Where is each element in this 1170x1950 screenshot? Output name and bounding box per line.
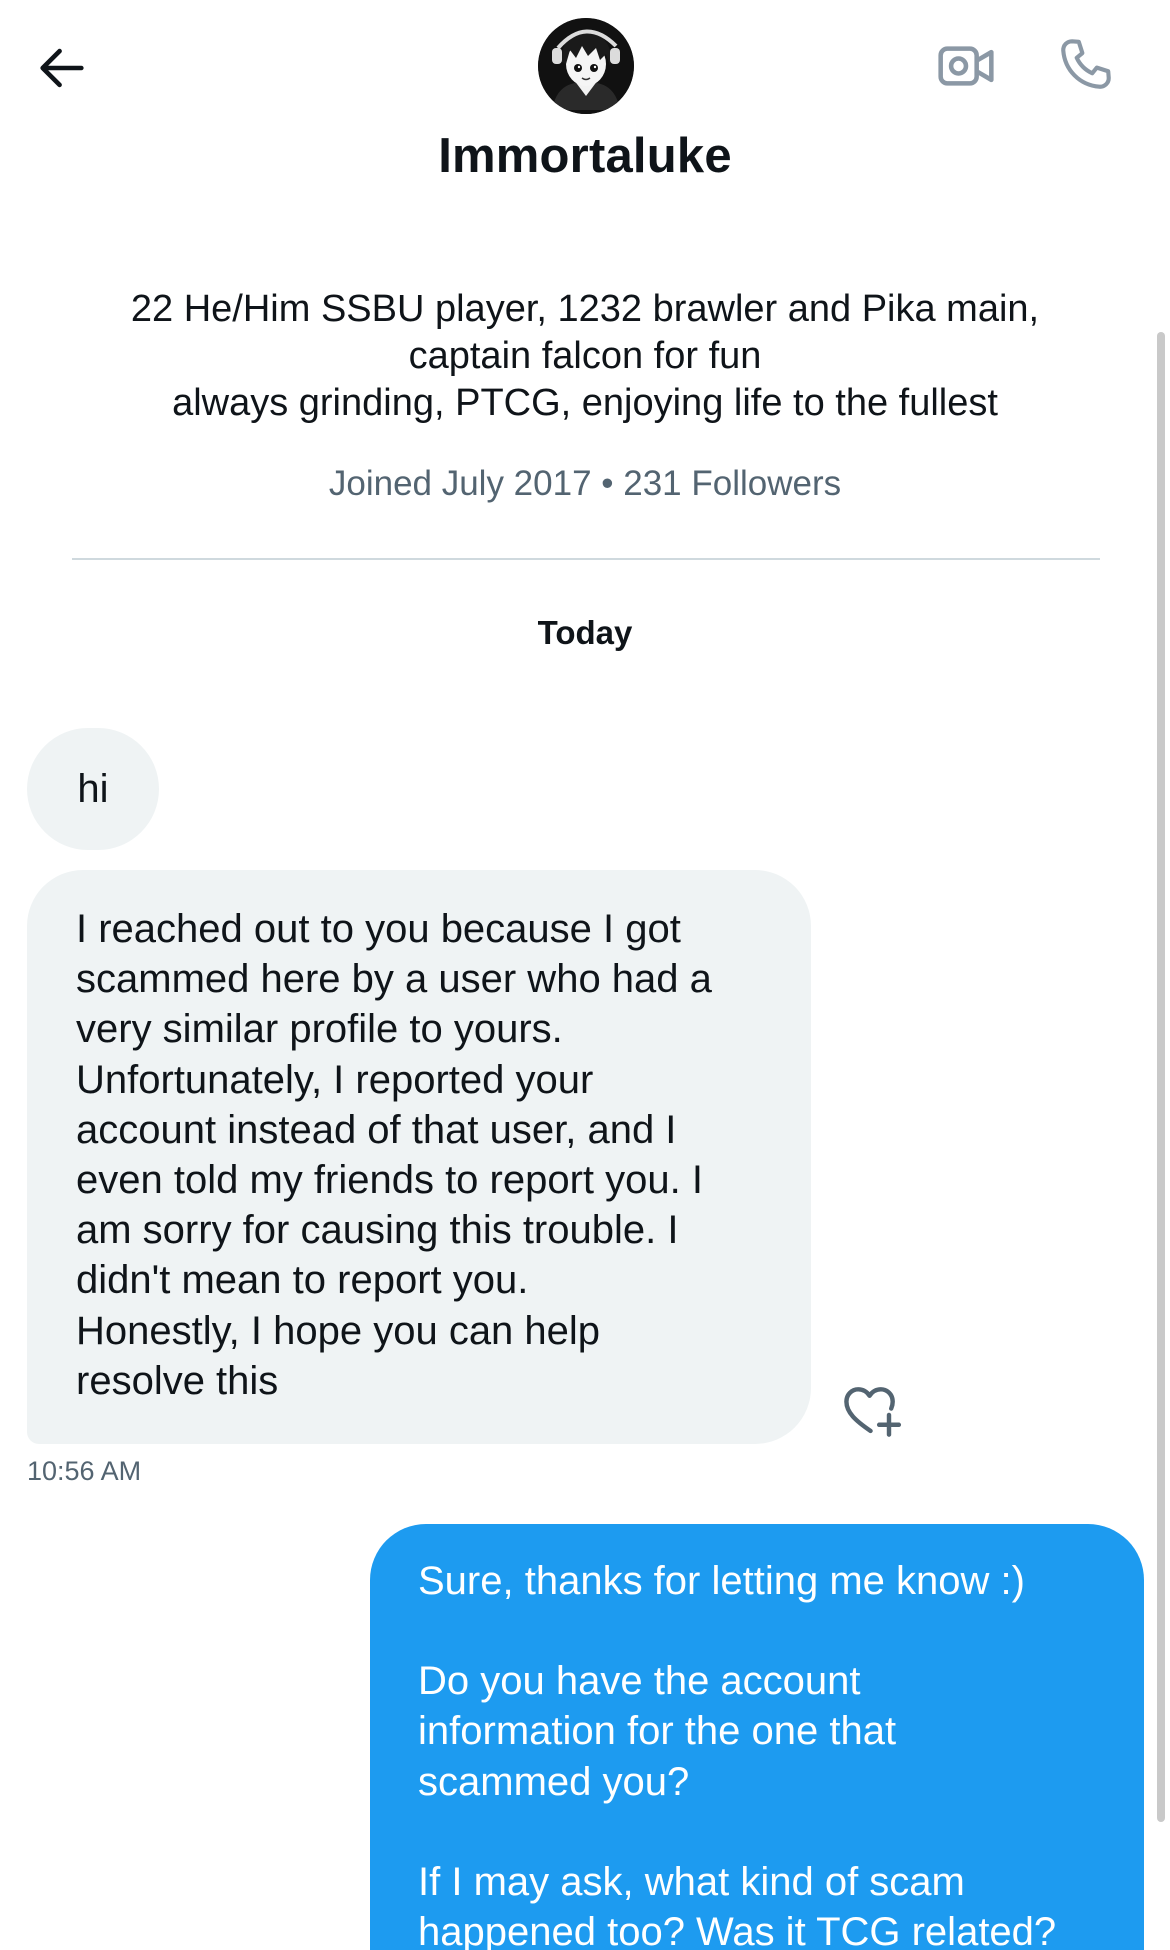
bio-line: captain falcon for fun — [408, 335, 762, 377]
scrollbar[interactable] — [1157, 332, 1165, 1822]
bio-line: 22 He/Him SSBU player, 1232 brawler and … — [130, 288, 1040, 330]
day-separator: Today — [537, 614, 633, 651]
bio-line: always grinding, PTCG, enjoying life to … — [172, 382, 998, 424]
audio-call-button[interactable] — [1050, 28, 1122, 100]
outgoing-message[interactable]: Sure, thanks for letting me know :) Do y… — [370, 1524, 1144, 1950]
message-line: information for the one that — [418, 1709, 897, 1754]
heart-plus-icon — [844, 1387, 902, 1437]
message-line: am sorry for causing this trouble. I — [76, 1208, 679, 1253]
profile-bio: 22 He/Him SSBU player, 1232 brawler and … — [60, 286, 1110, 427]
message-timestamp: 10:56 AM — [27, 1456, 142, 1486]
arrow-left-icon — [40, 48, 84, 88]
message-line: account instead of that user, and I — [76, 1107, 677, 1152]
avatar[interactable] — [538, 18, 634, 114]
message-line: didn't mean to report you. — [76, 1258, 529, 1303]
message-line: happened too? Was it TCG related? — [418, 1910, 1057, 1950]
dm-conversation-screen: Immortaluke 22 He/Him SSBU player, 1232 … — [0, 0, 1170, 1950]
message-line: scammed here by a user who had a — [76, 957, 712, 1002]
avatar-image — [538, 18, 634, 114]
message-line: If I may ask, what kind of scam — [418, 1859, 965, 1904]
divider — [72, 558, 1100, 560]
video-camera-icon — [938, 46, 994, 86]
message-line: even told my friends to report you. I — [76, 1158, 703, 1203]
message-line: Unfortunately, I reported your — [76, 1057, 594, 1102]
message-line: Sure, thanks for letting me know :) — [418, 1559, 1025, 1603]
message-line — [418, 1807, 1114, 1857]
video-call-button[interactable] — [930, 30, 1002, 102]
phone-icon — [1061, 39, 1111, 89]
back-button[interactable] — [30, 36, 94, 100]
incoming-message[interactable]: I reached out to you because I got scamm… — [27, 870, 811, 1444]
message-line — [418, 1606, 1114, 1656]
add-reaction-button[interactable] — [838, 1378, 908, 1442]
incoming-message[interactable]: hi — [27, 728, 159, 850]
message-line: I reached out to you because I got — [76, 907, 681, 951]
message-line: very similar profile to yours. — [76, 1007, 563, 1052]
conversation-display-name[interactable]: Immortaluke — [0, 128, 1170, 184]
message-text: hi — [77, 766, 109, 811]
message-line: scammed you? — [418, 1759, 690, 1804]
profile-meta: Joined July 2017 • 231 Followers — [328, 464, 842, 503]
message-line: Honestly, I hope you can help — [76, 1308, 601, 1353]
message-line: Do you have the account — [418, 1659, 861, 1704]
message-line: resolve this — [76, 1358, 279, 1403]
